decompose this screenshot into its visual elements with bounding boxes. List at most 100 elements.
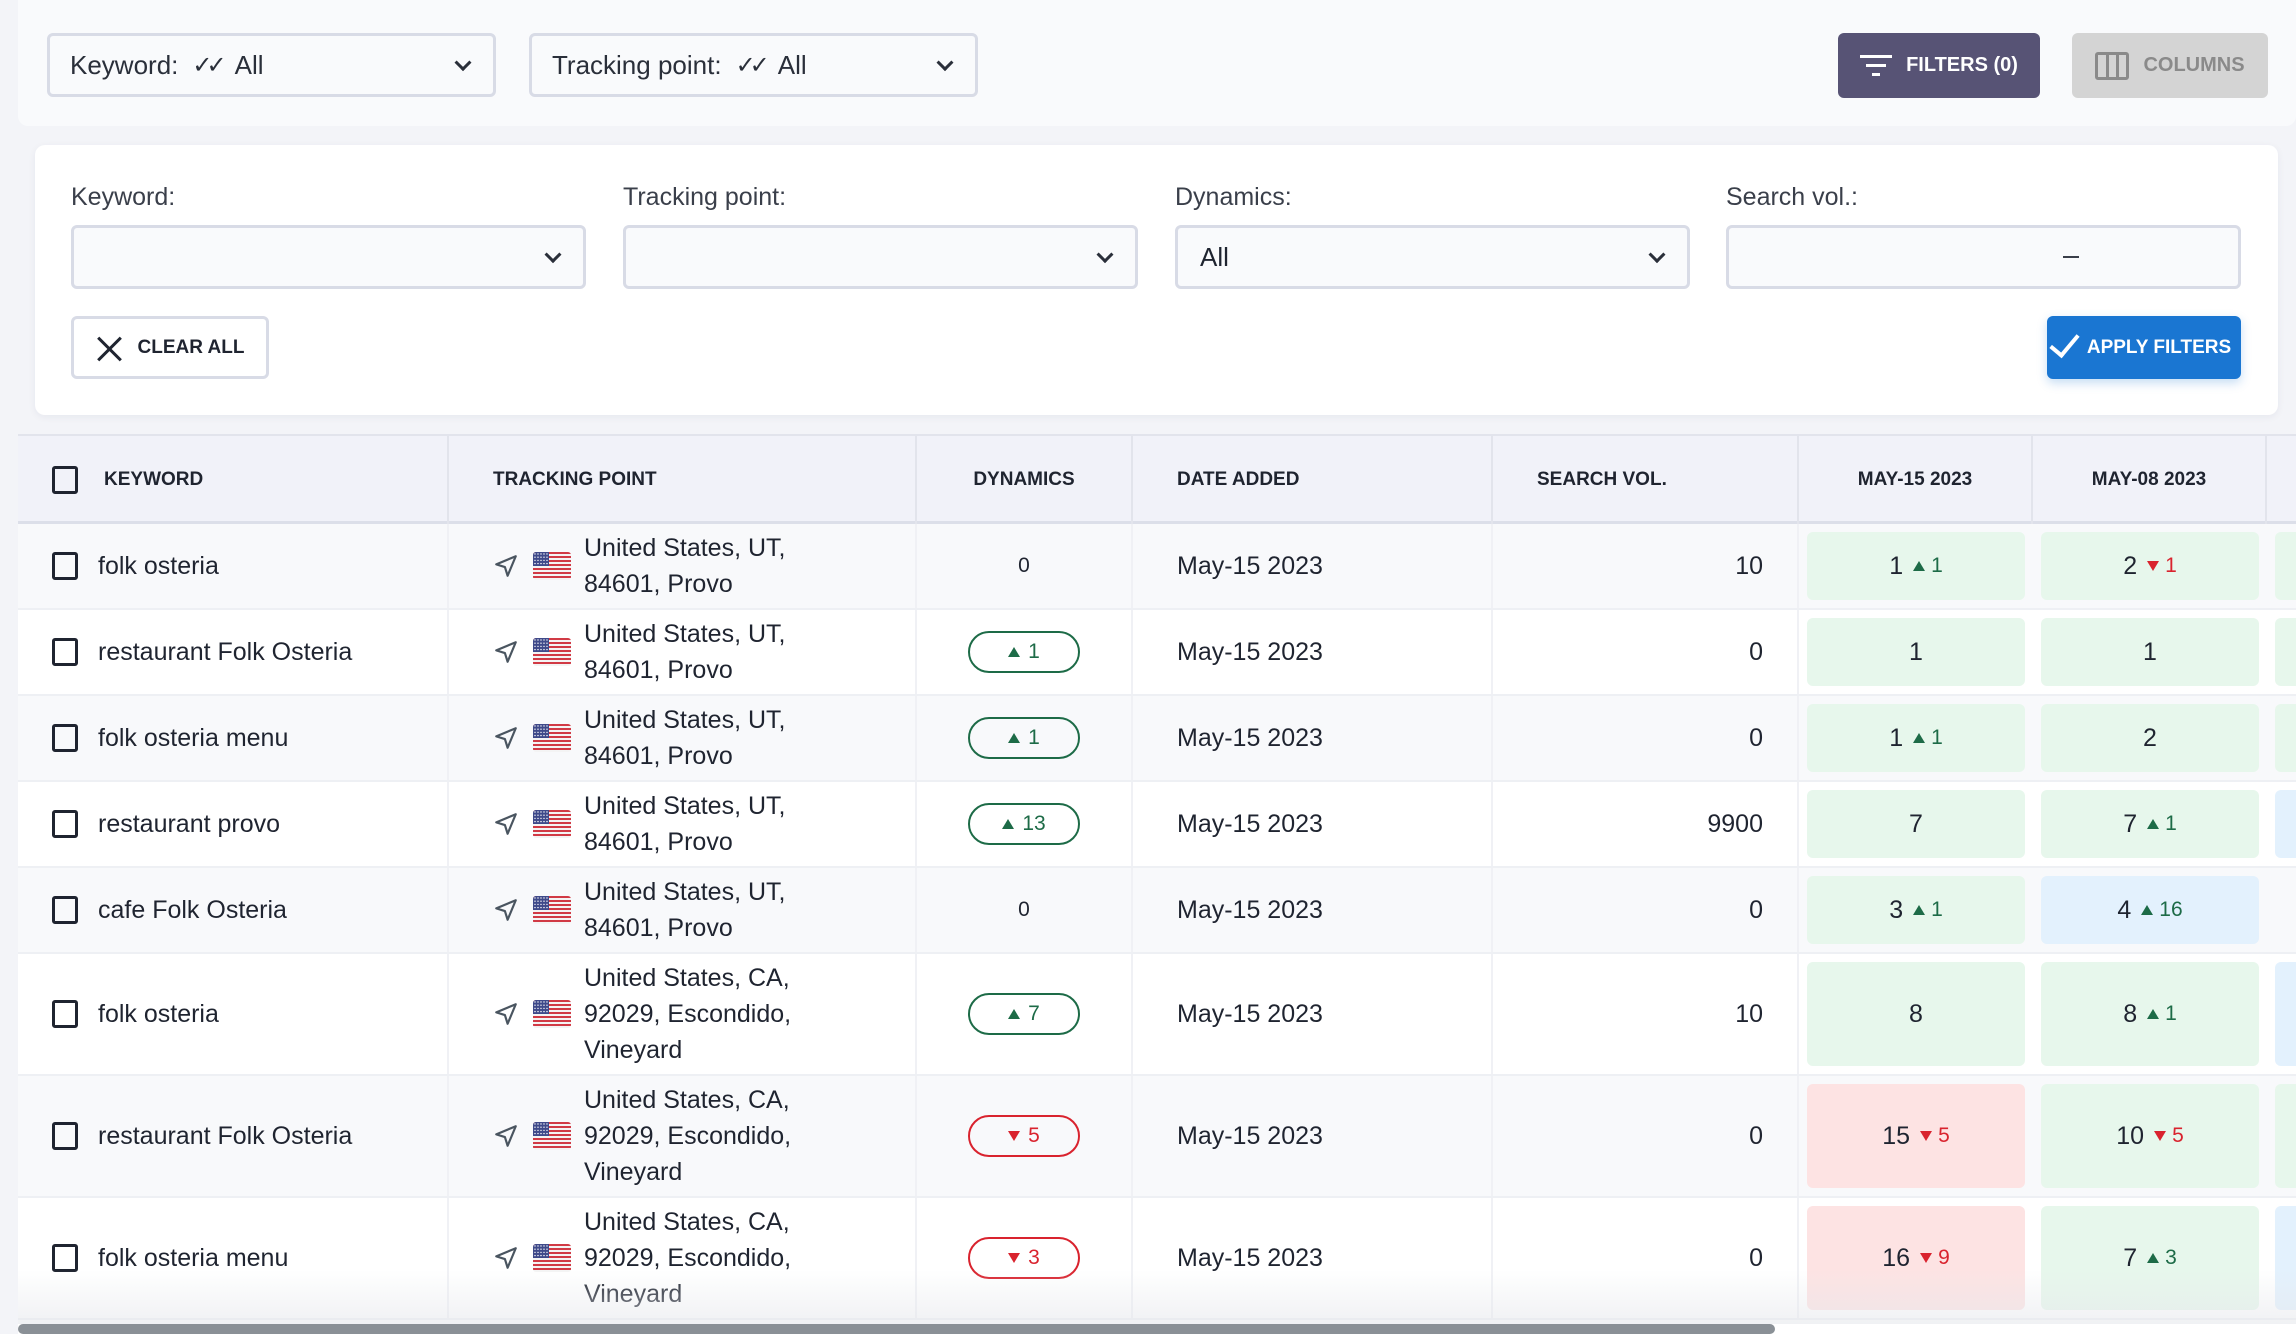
position-cell[interactable]: 4 16 — [2041, 876, 2259, 944]
dynamics-filter-select[interactable]: All — [1175, 225, 1690, 289]
filters-button[interactable]: FILTERS (0) — [1838, 33, 2040, 98]
row-checkbox[interactable] — [52, 724, 78, 752]
us-flag-icon — [533, 1244, 571, 1272]
tracking-point-quick-filter[interactable]: Tracking point: ✓✓ All — [529, 33, 978, 97]
column-header-date-2[interactable]: MAY-08 2023 — [2033, 436, 2267, 524]
column-header-date-3[interactable] — [2267, 436, 2296, 524]
tracking-point-cell: United States, UT, 84601, Provo — [449, 868, 917, 952]
us-flag-icon — [533, 552, 571, 580]
position-cell[interactable]: 21 — [2041, 532, 2259, 600]
chevron-down-icon — [454, 54, 472, 72]
keyword-quick-filter[interactable]: Keyword: ✓✓ All — [47, 33, 496, 97]
double-check-icon: ✓✓ — [735, 51, 770, 79]
row-checkbox[interactable] — [52, 1244, 78, 1272]
keyword-cell: folk osteria — [18, 524, 449, 608]
position-cell[interactable] — [2275, 1206, 2296, 1310]
filters-button-label: FILTERS (0) — [1906, 54, 2018, 76]
keyword-cell: folk osteria menu — [18, 696, 449, 780]
arrow-up-icon — [2147, 1253, 2160, 1263]
column-header-keyword[interactable]: KEYWORD — [18, 436, 449, 524]
search-vol-max-input[interactable] — [2071, 228, 2296, 286]
date-added-cell: May-15 2023 — [1133, 610, 1493, 694]
position-cell[interactable]: 81 — [2041, 962, 2259, 1066]
table-row[interactable]: folk osteria menu United States, CA, 9202… — [18, 1198, 2296, 1320]
position-cell[interactable]: 11 — [1807, 704, 2025, 772]
column-header-date-1[interactable]: MAY-15 2023 — [1799, 436, 2033, 524]
position-cell[interactable] — [2275, 1084, 2296, 1188]
arrow-down-icon — [2154, 1131, 2167, 1141]
row-checkbox[interactable] — [52, 896, 78, 924]
position-cell[interactable]: 7 — [1807, 790, 2025, 858]
date-added-text: May-15 2023 — [1177, 1243, 1323, 1272]
column-header-search-vol[interactable]: SEARCH VOL. — [1493, 436, 1799, 524]
dynamics-cell: 3 — [917, 1198, 1133, 1318]
columns-button[interactable]: COLUMNS — [2072, 33, 2268, 98]
location-line: 84601, Provo — [584, 656, 733, 684]
position-cell[interactable]: 8 — [1807, 962, 2025, 1066]
position-value: 4 — [2117, 895, 2132, 924]
position-cell[interactable] — [2275, 704, 2296, 772]
column-header-date-added[interactable]: DATE ADDED — [1133, 436, 1493, 524]
search-vol-text: 9900 — [1707, 809, 1763, 838]
column-header-tracking-point[interactable]: TRACKING POINT — [449, 436, 917, 524]
position-cell[interactable] — [2275, 790, 2296, 858]
apply-filters-button[interactable]: APPLY FILTERS — [2047, 316, 2241, 379]
date-added-text: May-15 2023 — [1177, 1121, 1323, 1150]
clear-all-button[interactable]: CLEAR ALL — [71, 316, 269, 379]
keyword-text: folk osteria — [98, 999, 219, 1028]
position-cell[interactable]: 1 — [1807, 618, 2025, 686]
tracking-point-cell: United States, CA, 92029, Escondido, Viney… — [449, 1076, 917, 1196]
horizontal-scrollbar[interactable] — [18, 1324, 1775, 1334]
tracking-point-filter-select[interactable] — [623, 225, 1138, 289]
position-cell[interactable]: 16 9 — [1807, 1206, 2025, 1310]
position-cell[interactable] — [2275, 962, 2296, 1066]
position-change-value: 1 — [1931, 726, 1943, 749]
keyword-cell: cafe Folk Osteria — [18, 868, 449, 952]
position-cell[interactable]: 73 — [2041, 1206, 2259, 1310]
us-flag-icon — [533, 810, 571, 838]
position-cell[interactable]: 31 — [1807, 876, 2025, 944]
position-cell[interactable] — [2275, 532, 2296, 600]
keyword-text: restaurant Folk Osteria — [98, 637, 353, 666]
position-cell[interactable]: 2 — [2041, 704, 2259, 772]
tracking-point-cell: United States, CA, 92029, Escondido, Viney… — [449, 954, 917, 1074]
table-row[interactable]: folk osteria menu United States, UT, 8460… — [18, 696, 2296, 782]
table-row[interactable]: restaurant Folk Osteria United States, U… — [18, 610, 2296, 696]
dynamics-badge: 7 — [968, 993, 1080, 1035]
row-checkbox[interactable] — [52, 638, 78, 666]
location-line: United States, CA, — [584, 964, 790, 992]
search-vol-cell: 0 — [1493, 1198, 1799, 1318]
column-header-dynamics[interactable]: DYNAMICS — [917, 436, 1133, 524]
keyword-filter-select[interactable] — [71, 225, 586, 289]
location-text: United States, UT, 84601, Provo — [584, 788, 785, 860]
position-cell[interactable]: 15 5 — [1807, 1084, 2025, 1188]
position-cell[interactable]: 71 — [2041, 790, 2259, 858]
row-checkbox[interactable] — [52, 1122, 78, 1150]
row-checkbox[interactable] — [52, 810, 78, 838]
dynamics-cell: 0 — [917, 524, 1133, 608]
position-cell[interactable]: 1 — [2041, 618, 2259, 686]
search-vol-cell: 0 — [1493, 868, 1799, 952]
table-row[interactable]: folk osteria United States, UT, 84601, Pr… — [18, 524, 2296, 610]
search-vol-text: 0 — [1749, 723, 1763, 752]
table-row[interactable]: restaurant provo United States, UT, 84601… — [18, 782, 2296, 868]
date-added-cell: May-15 2023 — [1133, 954, 1493, 1074]
select-all-checkbox[interactable] — [52, 466, 78, 494]
keyword-quick-filter-value: All — [234, 49, 264, 80]
location-line: Vineyard — [584, 1280, 683, 1308]
date-added-text: May-15 2023 — [1177, 551, 1323, 580]
arrow-down-icon — [1008, 1253, 1021, 1263]
position-cell[interactable]: 10 5 — [2041, 1084, 2259, 1188]
position-cell[interactable] — [2275, 618, 2296, 686]
search-vol-min-input[interactable] — [1729, 228, 2071, 286]
position-change: 1 — [2147, 554, 2177, 578]
table-row[interactable]: folk osteria United States, CA, 92029, Es… — [18, 954, 2296, 1076]
location-arrow-icon — [493, 897, 519, 923]
location-line: 84601, Provo — [584, 828, 733, 856]
position-cell[interactable]: 11 — [1807, 532, 2025, 600]
row-checkbox[interactable] — [52, 1000, 78, 1028]
row-checkbox[interactable] — [52, 552, 78, 580]
date-added-cell: May-15 2023 — [1133, 524, 1493, 608]
table-row[interactable]: cafe Folk Osteria United States, UT, 8460… — [18, 868, 2296, 954]
table-row[interactable]: restaurant Folk Osteria United States, C… — [18, 1076, 2296, 1198]
